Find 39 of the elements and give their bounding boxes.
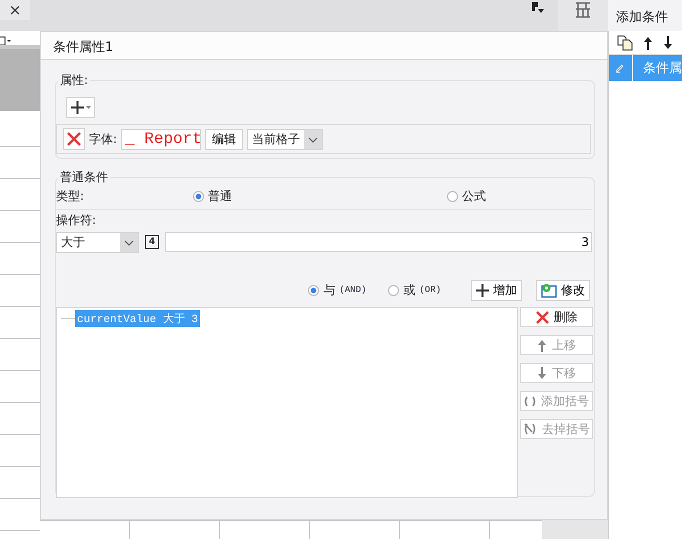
list-action-button[interactable]: 删除 (520, 307, 593, 327)
type-radio[interactable]: 普通 (193, 188, 447, 205)
panel-icon[interactable] (575, 2, 591, 18)
down-arrow-icon (537, 366, 547, 380)
ruler (0, 45, 40, 111)
panel-title: 添加条件 (608, 0, 682, 31)
group-legend: 普通条件 (58, 169, 110, 186)
caret-icon (120, 232, 138, 252)
up-arrow-icon (537, 338, 547, 352)
logic-radio[interactable]: 与 (AND) (308, 282, 366, 298)
border-icon[interactable] (0, 36, 12, 46)
group-legend: 属性: (58, 72, 90, 89)
up-arrow-icon[interactable] (643, 36, 653, 50)
down-arrow-icon[interactable] (663, 36, 673, 50)
font-label: 字体: (89, 130, 118, 148)
modify-button[interactable]: 修改 (536, 280, 590, 300)
delete-icon (536, 310, 548, 324)
logic-radio[interactable]: 或 (OR) (388, 282, 441, 298)
value-field[interactable]: 3 (165, 232, 592, 252)
copy-icon[interactable] (617, 34, 633, 50)
operator-label: 操作符: (56, 212, 96, 228)
add-property-button[interactable] (66, 97, 95, 118)
type-label: 类型: (56, 188, 86, 205)
scrollbar (542, 520, 608, 539)
format-icon[interactable] (532, 2, 544, 14)
close-tab-button[interactable]: × (0, 0, 30, 20)
type-radio[interactable]: 公式 (447, 188, 486, 205)
font-preview: _ Report (121, 128, 202, 150)
caret-icon (304, 130, 322, 148)
operator-dropdown[interactable]: 大于 (56, 232, 139, 252)
remove-bracket-icon (523, 423, 537, 435)
scope-dropdown[interactable]: 当前格子 (247, 128, 324, 150)
remove-button[interactable] (63, 128, 85, 150)
formula-icon[interactable]: 4 (145, 235, 159, 249)
edit-button[interactable]: 编辑 (205, 128, 244, 150)
dialog-title: 条件属性1 (41, 32, 607, 60)
add-button[interactable]: 增加 (471, 280, 522, 300)
bracket-icon (524, 396, 536, 406)
plus-icon (476, 284, 489, 296)
